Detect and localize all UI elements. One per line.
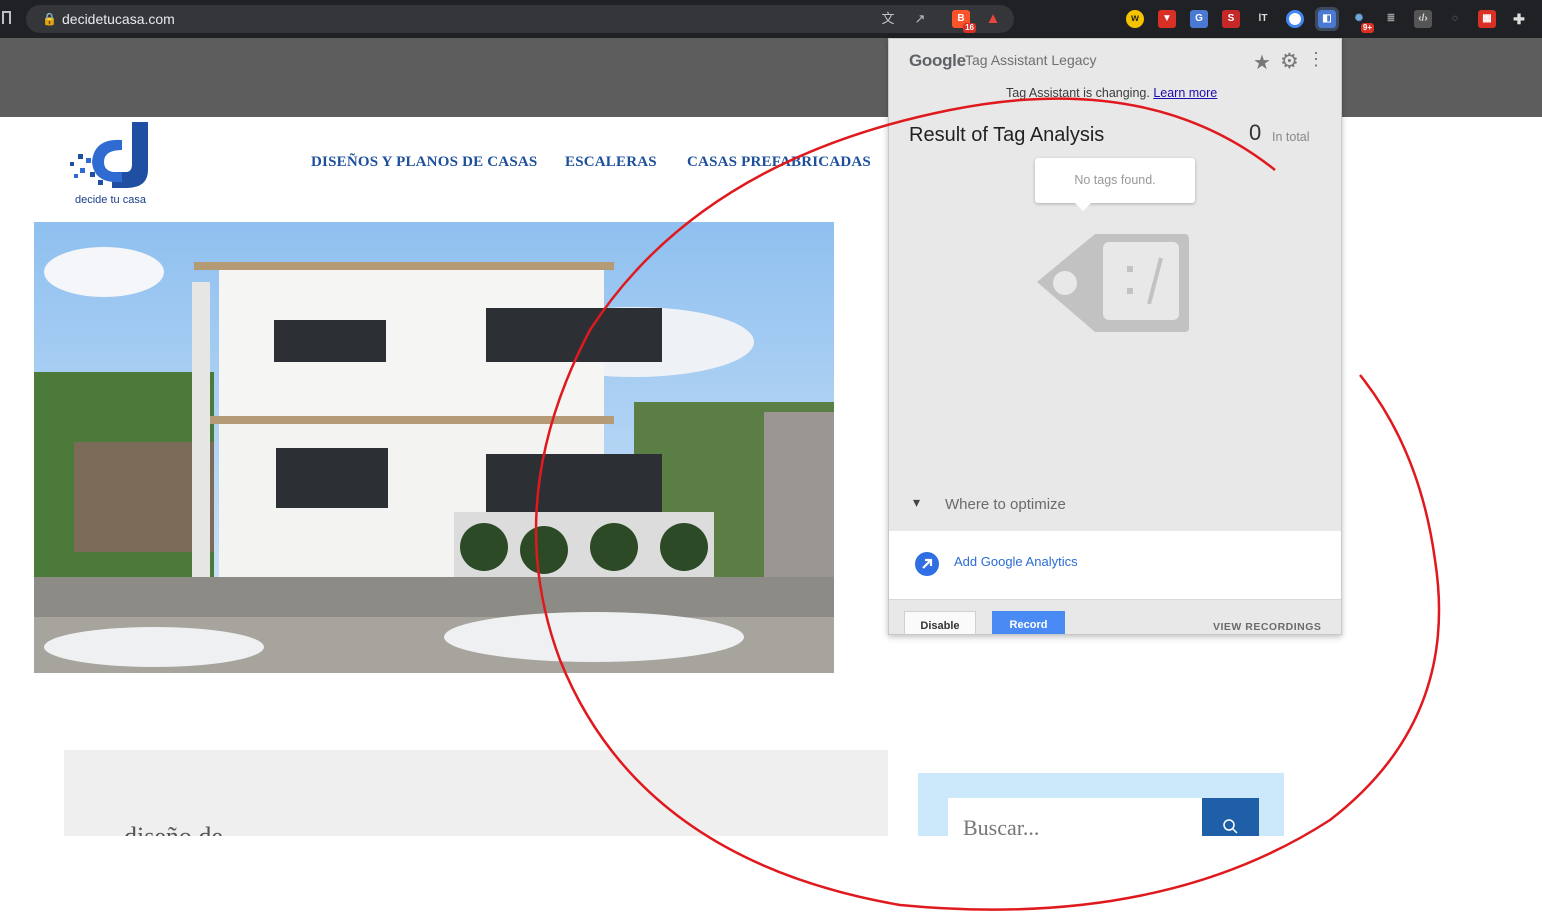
extension-circle-icon[interactable]: ◌ bbox=[1446, 10, 1464, 28]
search-button[interactable] bbox=[1202, 798, 1259, 836]
gear-icon[interactable]: ⚙ bbox=[1280, 49, 1299, 74]
address-bar[interactable]: 🔒 decidetucasa.com 文 ↗ B 16 ▲ bbox=[26, 5, 1014, 33]
tag-assistant-extension-icon[interactable]: ◧ bbox=[1315, 7, 1339, 31]
bookmark-icon[interactable] bbox=[2, 11, 11, 24]
more-menu-icon[interactable]: ⋮ bbox=[1307, 50, 1325, 68]
extension-stack-icon[interactable]: ≣ bbox=[1382, 10, 1400, 28]
where-to-optimize[interactable]: Where to optimize bbox=[945, 496, 1066, 513]
nav-item-casas-prefabricadas[interactable]: CASAS PREFABRICADAS bbox=[687, 154, 871, 171]
disable-button[interactable]: Disable bbox=[904, 611, 976, 634]
logo-tagline: decide tu casa bbox=[75, 194, 146, 206]
tag-assistant-popup: Google Tag Assistant Legacy ★ ⚙ ⋮ Tag As… bbox=[888, 38, 1342, 635]
nav-item-escaleras[interactable]: ESCALERAS bbox=[565, 154, 657, 171]
hero-house-image[interactable] bbox=[34, 222, 834, 673]
brave-shield-icon[interactable]: B 16 bbox=[952, 10, 976, 33]
learn-more-link[interactable]: Learn more bbox=[1153, 86, 1217, 100]
record-button[interactable]: Record bbox=[992, 611, 1065, 634]
screenshot-root: { "browser": { "url": "decidetucasa.com"… bbox=[0, 0, 1542, 919]
translate-icon[interactable]: 文 bbox=[879, 11, 897, 27]
share-icon[interactable]: ↗ bbox=[911, 11, 929, 27]
result-title: Result of Tag Analysis bbox=[909, 124, 1105, 146]
add-google-analytics-link[interactable]: Add Google Analytics bbox=[954, 554, 1078, 569]
extension-s-icon[interactable]: S bbox=[1222, 10, 1240, 28]
url-text[interactable]: decidetucasa.com bbox=[62, 11, 175, 27]
google-brand: Google bbox=[909, 51, 966, 70]
popup-title: Tag Assistant Legacy bbox=[965, 52, 1097, 68]
search-icon bbox=[1223, 819, 1238, 834]
brave-rewards-icon[interactable]: ▲ bbox=[984, 11, 1002, 27]
post-title-partial: diseño de bbox=[124, 822, 223, 836]
lock-icon[interactable]: 🔒 bbox=[42, 12, 57, 26]
extension-shield-icon[interactable]: ▼ bbox=[1158, 10, 1176, 28]
browser-toolbar: 🔒 decidetucasa.com 文 ↗ B 16 ▲ w ▼ G S lT … bbox=[0, 0, 1542, 38]
search-input[interactable]: Buscar... bbox=[948, 798, 1202, 840]
extension-lt-icon[interactable]: lT bbox=[1254, 10, 1272, 28]
site-logo[interactable]: decide tu casa bbox=[64, 118, 164, 210]
chevron-down-icon[interactable]: ▾ bbox=[913, 494, 920, 511]
add-analytics-icon bbox=[915, 552, 939, 576]
extension-w-icon[interactable]: w bbox=[1126, 10, 1144, 28]
extensions-puzzle-icon[interactable]: ✚ bbox=[1510, 10, 1528, 28]
tag-count: 0 bbox=[1249, 120, 1262, 145]
extension-notify-icon[interactable]: ✺ 9+ bbox=[1350, 10, 1374, 33]
sad-tag-icon bbox=[1037, 232, 1189, 339]
nav-item-disenos[interactable]: DISEÑOS Y PLANOS DE CASAS bbox=[311, 154, 537, 171]
extension-code-icon[interactable]: ‹/› bbox=[1414, 10, 1432, 28]
page-bottom-whitespace bbox=[0, 836, 1542, 919]
changing-notice: Tag Assistant is changing. Learn more bbox=[1006, 86, 1218, 100]
view-recordings-link[interactable]: VIEW RECORDINGS bbox=[1213, 621, 1321, 633]
extension-grid-icon[interactable]: ▦ bbox=[1478, 10, 1496, 28]
extension-translate-icon[interactable]: G bbox=[1190, 10, 1208, 28]
extension-chrome-icon[interactable] bbox=[1286, 10, 1304, 28]
second-post-image[interactable]: diseño de bbox=[64, 750, 888, 836]
star-icon[interactable]: ★ bbox=[1253, 50, 1271, 75]
no-tags-bubble: No tags found. bbox=[1035, 158, 1195, 211]
tag-count-label: In total bbox=[1272, 130, 1310, 144]
